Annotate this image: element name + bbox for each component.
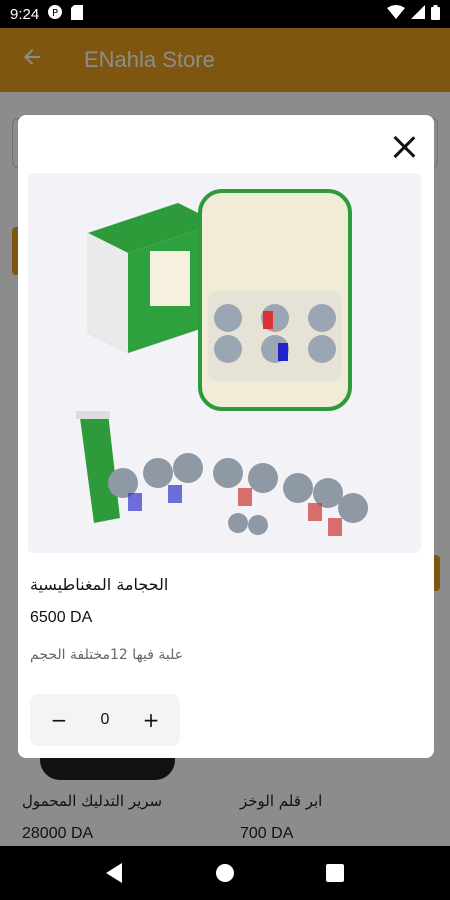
signal-icon	[411, 5, 425, 23]
notification-icon: P	[47, 4, 63, 24]
sd-card-icon	[71, 4, 84, 24]
quantity-stepper: − 0 +	[30, 694, 180, 746]
product-image	[28, 173, 421, 553]
quantity-value: 0	[100, 711, 110, 728]
nav-back-icon[interactable]	[95, 853, 135, 893]
wifi-icon	[387, 5, 405, 23]
product-price: 6500 DA	[30, 609, 93, 626]
nav-recents-icon[interactable]	[315, 853, 355, 893]
battery-icon	[431, 4, 440, 24]
product-dialog: الحجامة المغناطيسية 6500 DA علبة فيها 12…	[18, 115, 434, 758]
increment-button[interactable]: +	[136, 705, 166, 735]
status-time: 9:24	[10, 5, 40, 23]
system-nav-bar	[0, 846, 450, 900]
close-icon[interactable]	[392, 135, 416, 159]
product-name: الحجامة المغناطيسية	[30, 575, 169, 594]
svg-text:P: P	[52, 8, 58, 19]
product-description: علبة فيها 12مختلفة الحجم	[30, 647, 184, 663]
nav-home-icon[interactable]	[205, 853, 245, 893]
status-bar: 9:24 P	[0, 0, 450, 28]
decrement-button[interactable]: −	[44, 705, 74, 735]
